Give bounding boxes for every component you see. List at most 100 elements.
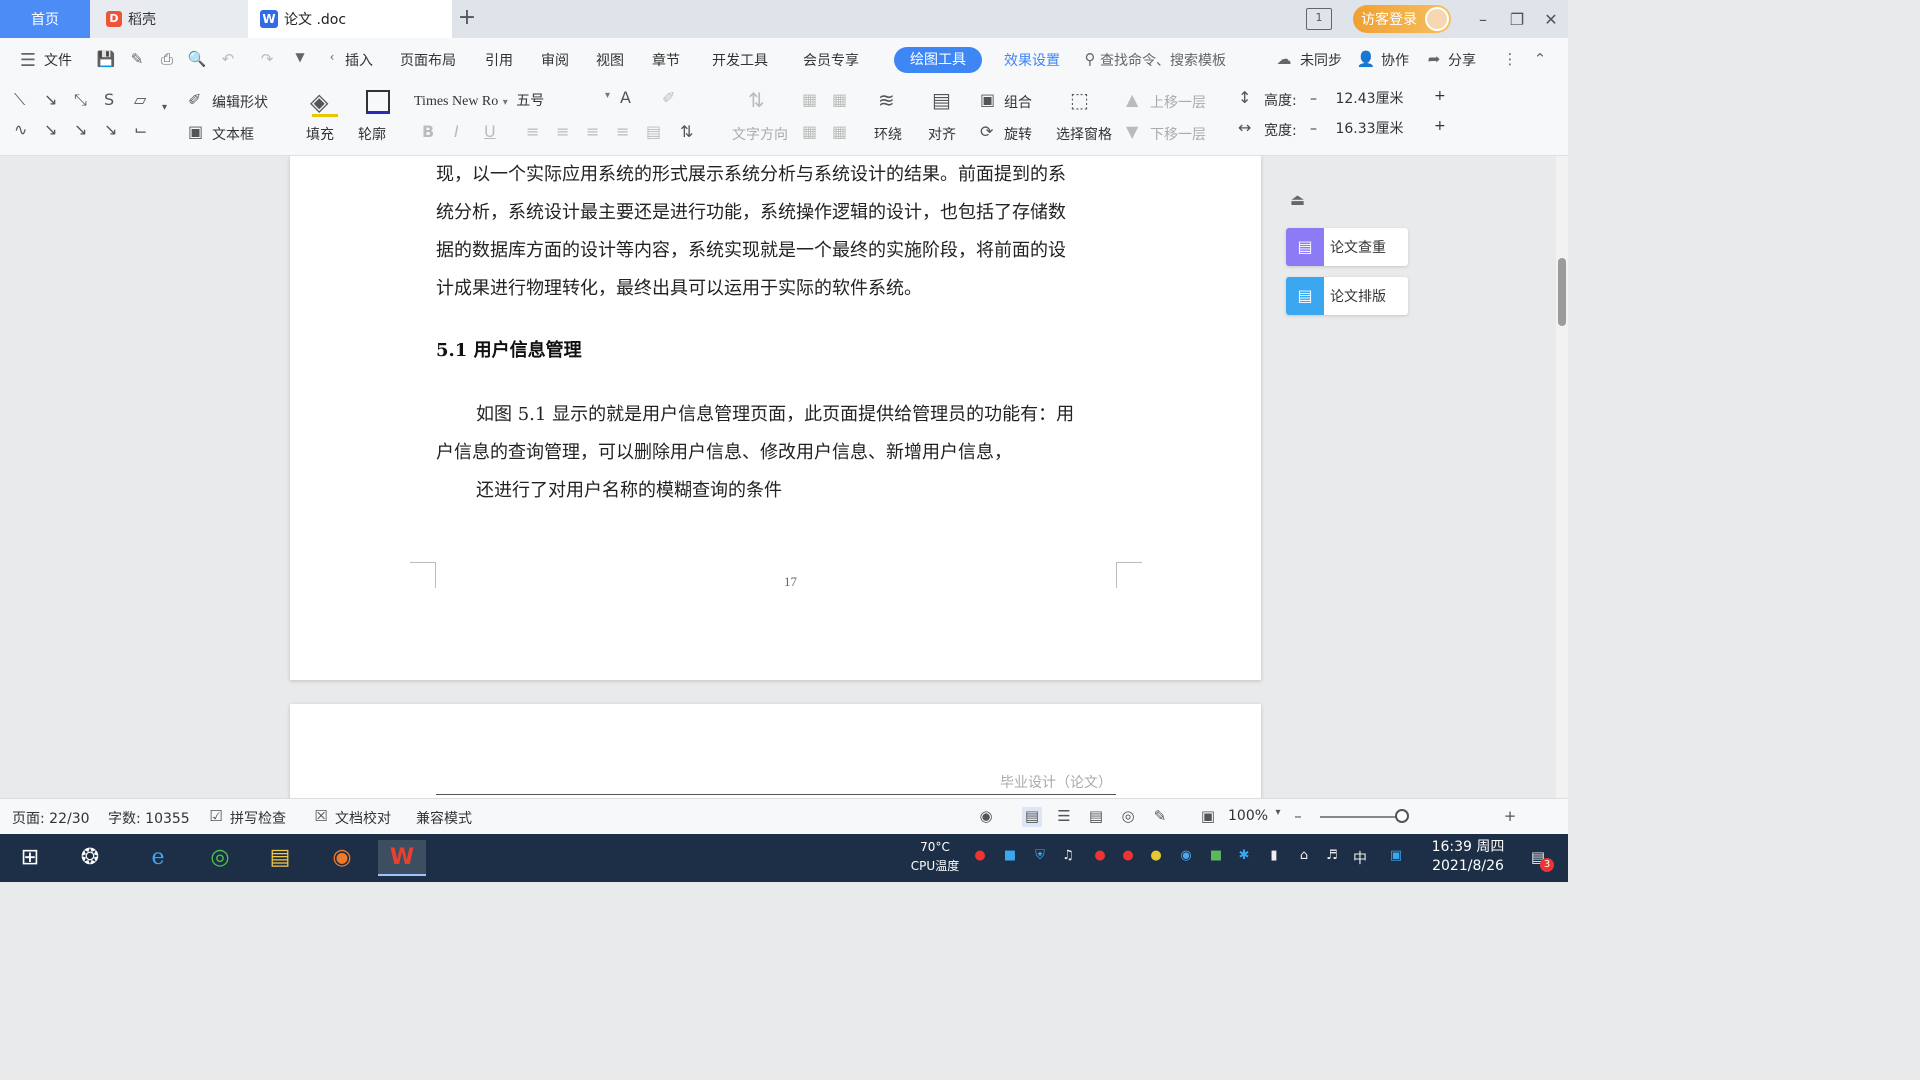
align-button[interactable]: 对齐 bbox=[928, 124, 956, 144]
width-stepper[interactable]: – 16.33厘米 bbox=[1310, 118, 1430, 140]
menu-member[interactable]: 会员专享 bbox=[803, 50, 859, 70]
justify-icon[interactable]: ≡ bbox=[616, 122, 629, 141]
zoom-in-icon[interactable]: + bbox=[1500, 807, 1520, 827]
height-increment-icon[interactable]: + bbox=[1434, 88, 1446, 104]
tray-app2-icon[interactable]: ● bbox=[1146, 848, 1166, 868]
tray-qq-icon[interactable]: ● bbox=[1118, 848, 1138, 868]
fit-page-icon[interactable]: ▣ bbox=[1198, 807, 1218, 827]
menu-scroll-left-icon[interactable]: ‹ bbox=[322, 50, 342, 70]
rotate-button[interactable]: 旋转 bbox=[1004, 124, 1032, 144]
align-center-icon[interactable]: ≡ bbox=[556, 122, 569, 141]
align-right-icon[interactable]: ≡ bbox=[586, 122, 599, 141]
bring-forward-button[interactable]: 上移一层 bbox=[1150, 92, 1206, 112]
ime-indicator[interactable]: 中 bbox=[1350, 848, 1370, 868]
undo-icon[interactable]: ↶ bbox=[218, 50, 238, 70]
menu-reference[interactable]: 引用 bbox=[485, 50, 513, 70]
text-box-button[interactable]: 文本框 bbox=[212, 124, 254, 144]
tray-network-tool-icon[interactable]: ■ bbox=[1000, 848, 1020, 868]
document-canvas[interactable]: 现，以一个实际应用系统的形式展示系统分析与系统设计的结果。前面提到的系 统分析，… bbox=[0, 156, 1556, 798]
eye-protect-icon[interactable]: ◉ bbox=[976, 807, 996, 827]
menu-effects[interactable]: 效果设置 bbox=[1004, 50, 1060, 70]
hamburger-icon[interactable]: ☰ bbox=[18, 50, 38, 71]
font-size[interactable]: 五号 bbox=[516, 93, 544, 109]
menu-draw-tools[interactable]: 绘图工具 bbox=[894, 47, 982, 73]
wifi-icon[interactable]: ⌂ bbox=[1294, 848, 1314, 868]
select-pane-button[interactable]: 选择窗格 bbox=[1056, 124, 1112, 144]
height-decrement-icon[interactable]: – bbox=[1310, 91, 1317, 107]
menu-chapter[interactable]: 章节 bbox=[652, 50, 680, 70]
highlight-icon[interactable]: ✐ bbox=[662, 88, 675, 107]
security-shield-icon[interactable]: ⛨ bbox=[1030, 848, 1050, 868]
start-icon[interactable]: ⊞ bbox=[6, 840, 54, 876]
bold-icon[interactable]: B bbox=[422, 122, 434, 141]
more-icon[interactable]: ⋮ bbox=[1500, 50, 1520, 70]
menu-page-layout[interactable]: 页面布局 bbox=[400, 50, 456, 70]
tray-gpu-icon[interactable]: ■ bbox=[1206, 848, 1226, 868]
shapes-expand-icon[interactable]: ▾ bbox=[162, 102, 167, 113]
send-backward-button[interactable]: 下移一层 bbox=[1150, 124, 1206, 144]
underline-icon[interactable]: U bbox=[484, 122, 496, 141]
align-left-icon[interactable]: ≡ bbox=[526, 122, 539, 141]
reading-view-icon[interactable]: ▤ bbox=[1086, 807, 1106, 827]
battery-icon[interactable]: ▮ bbox=[1264, 848, 1284, 868]
text-effect-icon[interactable]: ▦ bbox=[802, 122, 817, 141]
document-page[interactable]: 现，以一个实际应用系统的形式展示系统分析与系统设计的结果。前面提到的系 统分析，… bbox=[290, 156, 1261, 680]
word-count[interactable]: 字数: 10355 bbox=[108, 808, 190, 828]
next-document-page[interactable]: 毕业设计（论文） bbox=[290, 704, 1261, 798]
web-view-icon[interactable]: ◎ bbox=[1118, 807, 1138, 827]
text-direction-button[interactable]: 文字方向 bbox=[732, 124, 788, 144]
minimize-icon[interactable]: – bbox=[1466, 10, 1500, 29]
paragraph-1[interactable]: 现，以一个实际应用系统的形式展示系统分析与系统设计的结果。前面提到的系 统分析，… bbox=[436, 156, 1116, 308]
save-icon[interactable]: 💾 bbox=[96, 50, 116, 70]
quick-access-dropdown-icon[interactable]: ▼ bbox=[290, 50, 310, 70]
close-window-icon[interactable]: ✕ bbox=[1534, 10, 1568, 29]
paper-format-button[interactable]: ▤ 论文排版 bbox=[1286, 277, 1408, 315]
group-button[interactable]: 组合 bbox=[1004, 92, 1032, 112]
format-painter-icon[interactable]: ✎ bbox=[127, 50, 147, 70]
scrollbar-thumb[interactable] bbox=[1558, 258, 1566, 326]
menu-view[interactable]: 视图 bbox=[596, 50, 624, 70]
page-indicator[interactable]: 页面: 22/30 bbox=[12, 808, 90, 828]
paragraph-2[interactable]: 如图 5.1 显示的就是用户信息管理页面，此页面提供给管理员的功能有：用 户信息… bbox=[436, 396, 1116, 510]
font-color-icon[interactable]: A bbox=[620, 88, 631, 107]
distribute-icon[interactable]: ▤ bbox=[646, 122, 661, 141]
text-shape-icon[interactable]: ▦ bbox=[832, 122, 847, 141]
page-view-icon[interactable]: ▤ bbox=[1022, 807, 1042, 827]
text-fit-icon[interactable]: ▦ bbox=[802, 90, 817, 109]
tray-app-icon[interactable]: ● bbox=[970, 848, 990, 868]
shape-tool-icon[interactable]: ▱ bbox=[134, 90, 146, 109]
tab-document[interactable]: W 论文 .doc bbox=[248, 0, 452, 38]
curve-tool-icon[interactable]: S bbox=[104, 90, 114, 109]
arrow-connector-icon[interactable]: ↘ bbox=[74, 120, 87, 139]
unsync-button[interactable]: 未同步 bbox=[1300, 50, 1342, 70]
collab-icon[interactable]: 👤 bbox=[1356, 50, 1376, 70]
zoom-slider-handle[interactable] bbox=[1395, 809, 1409, 823]
double-arrow-tool-icon[interactable]: ⤡ bbox=[74, 90, 87, 110]
line-tool-icon[interactable]: ⟍ bbox=[14, 90, 25, 110]
file-explorer-icon[interactable]: ▤ bbox=[256, 840, 304, 876]
zoom-dropdown-icon[interactable]: ▾ bbox=[1268, 807, 1288, 827]
height-value[interactable]: 12.43厘米 bbox=[1335, 91, 1403, 107]
font-selector[interactable]: Times New Ro ▾ 五号 ▾ bbox=[414, 90, 610, 112]
ie-browser-icon[interactable]: e bbox=[134, 840, 182, 876]
outline-button[interactable]: 轮廓 bbox=[358, 124, 386, 144]
restore-icon[interactable]: ❐ bbox=[1500, 10, 1534, 29]
font-size-dropdown-icon[interactable]: ▾ bbox=[605, 90, 610, 101]
new-tab-button[interactable]: + bbox=[454, 4, 480, 32]
proofread-button[interactable]: 文档校对 bbox=[335, 808, 391, 828]
menu-dev-tools[interactable]: 开发工具 bbox=[712, 50, 768, 70]
redo-icon[interactable]: ↷ bbox=[257, 50, 277, 70]
spell-check-button[interactable]: 拼写检查 bbox=[230, 808, 286, 828]
wrap-button[interactable]: 环绕 bbox=[874, 124, 902, 144]
search-icon[interactable]: ⚲ bbox=[1080, 50, 1100, 70]
double-connector-icon[interactable]: ↘ bbox=[104, 120, 117, 139]
outline-view-icon[interactable]: ☰ bbox=[1054, 807, 1074, 827]
edit-shape-button[interactable]: 编辑形状 bbox=[212, 92, 268, 112]
width-decrement-icon[interactable]: – bbox=[1310, 121, 1317, 137]
bluetooth-icon[interactable]: ✱ bbox=[1234, 848, 1254, 868]
menu-file[interactable]: 文件 bbox=[44, 50, 72, 70]
app-avatar-icon[interactable]: ◉ bbox=[318, 840, 366, 876]
collapse-panel-icon[interactable]: ⏏ bbox=[1290, 190, 1305, 209]
arrow-tool-icon[interactable]: ↘ bbox=[44, 90, 57, 109]
height-stepper[interactable]: – 12.43厘米 bbox=[1310, 88, 1430, 110]
